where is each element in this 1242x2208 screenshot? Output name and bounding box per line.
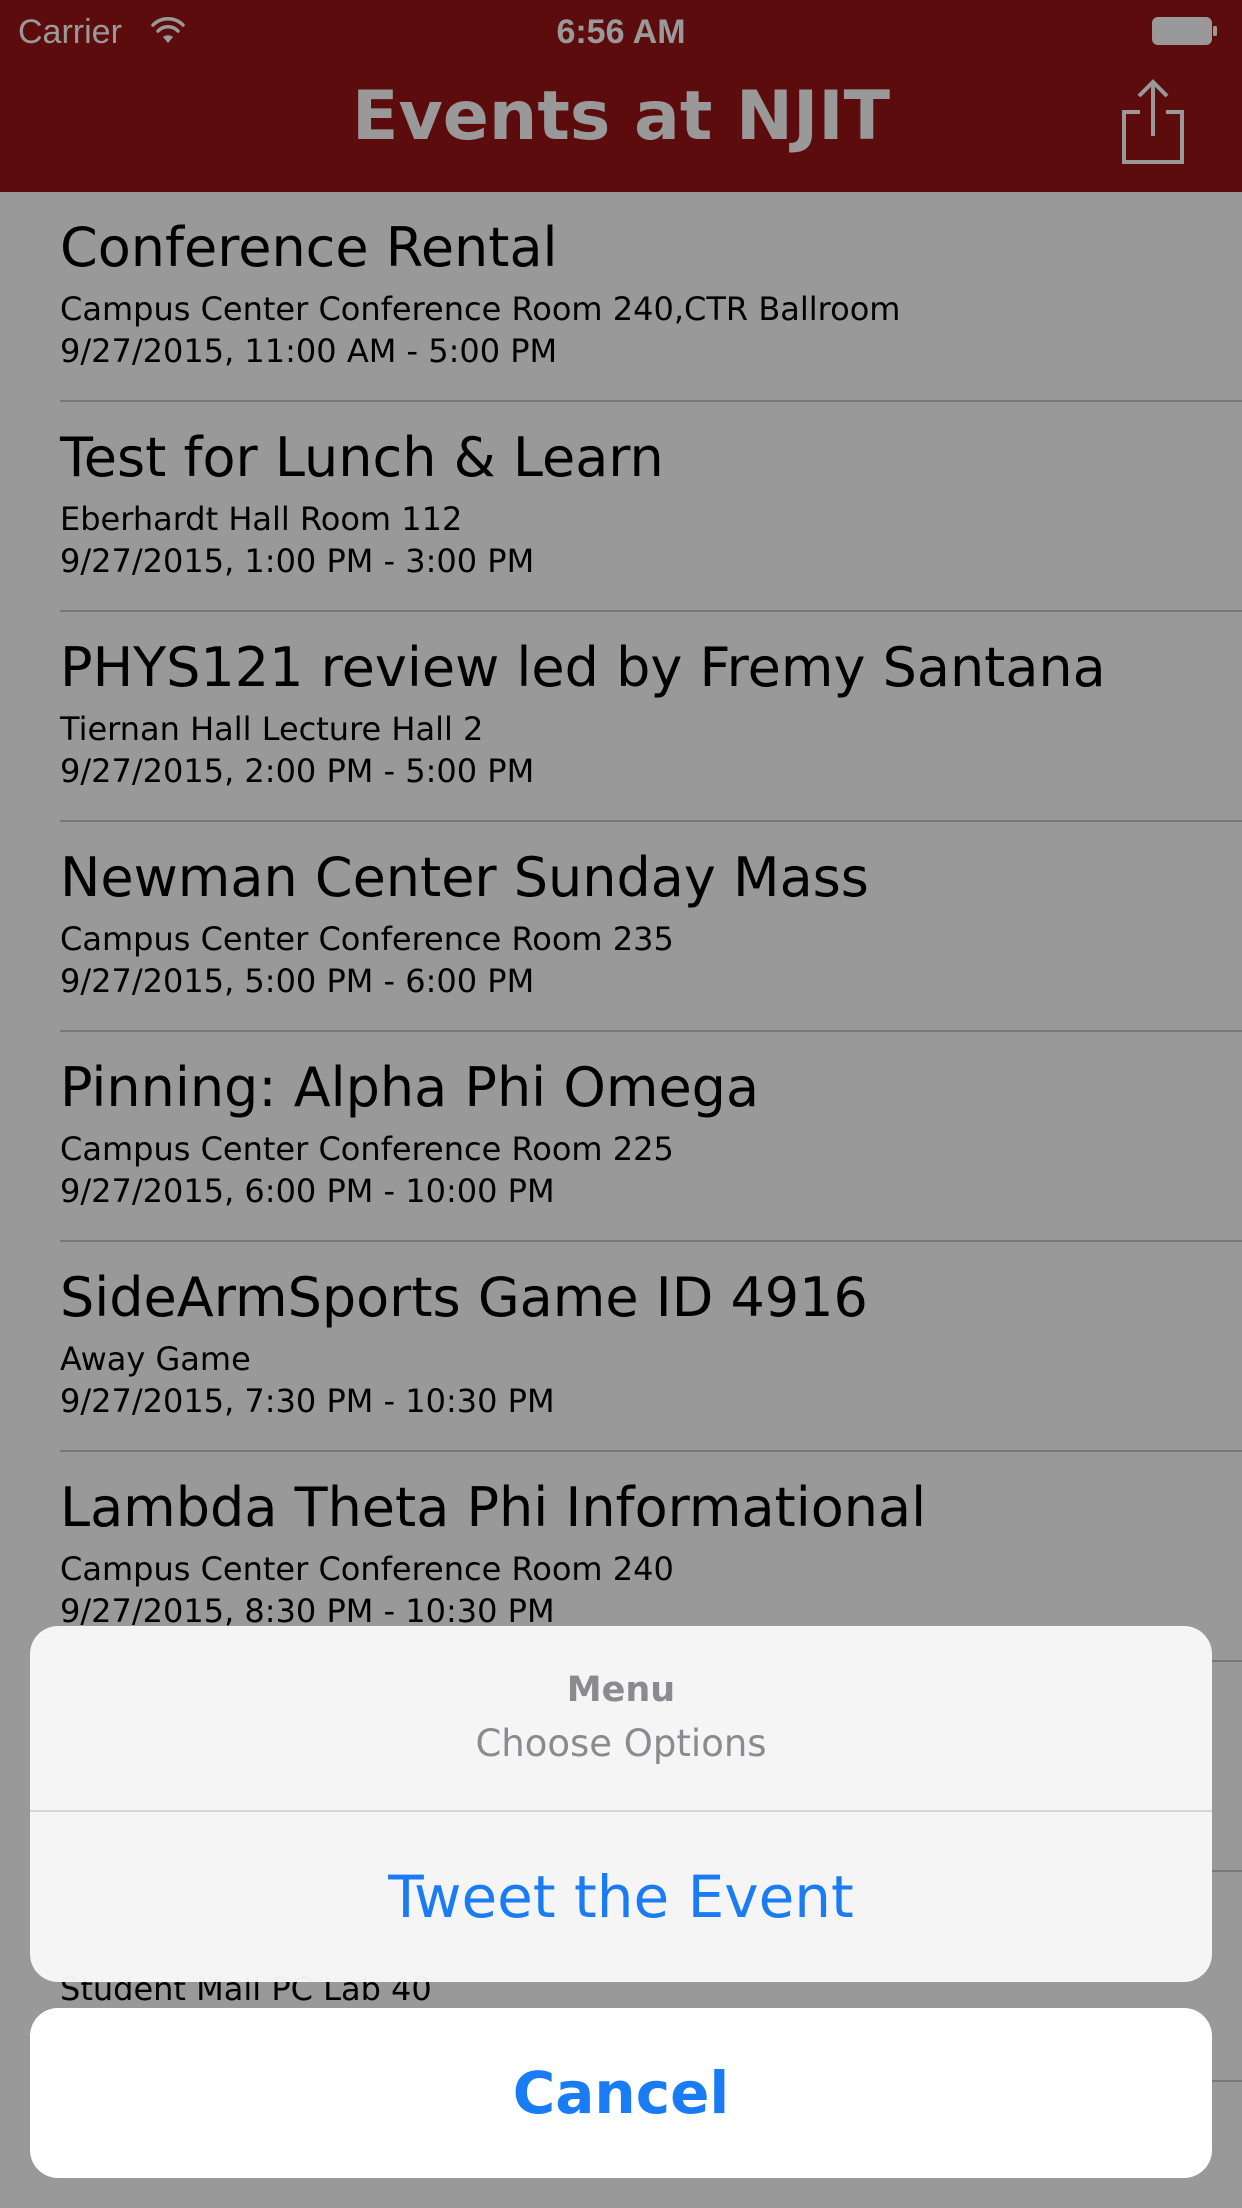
screen: Conference Rental Campus Center Conferen…	[0, 0, 1242, 2208]
cancel-button[interactable]: Cancel	[30, 2008, 1212, 2178]
action-sheet: Menu Choose Options Tweet the Event	[30, 1626, 1212, 1982]
action-sheet-title: Menu	[566, 1670, 676, 1710]
action-sheet-message: Choose Options	[475, 1722, 767, 1765]
tweet-event-button[interactable]: Tweet the Event	[30, 1812, 1212, 1982]
action-sheet-header: Menu Choose Options	[30, 1626, 1212, 1812]
